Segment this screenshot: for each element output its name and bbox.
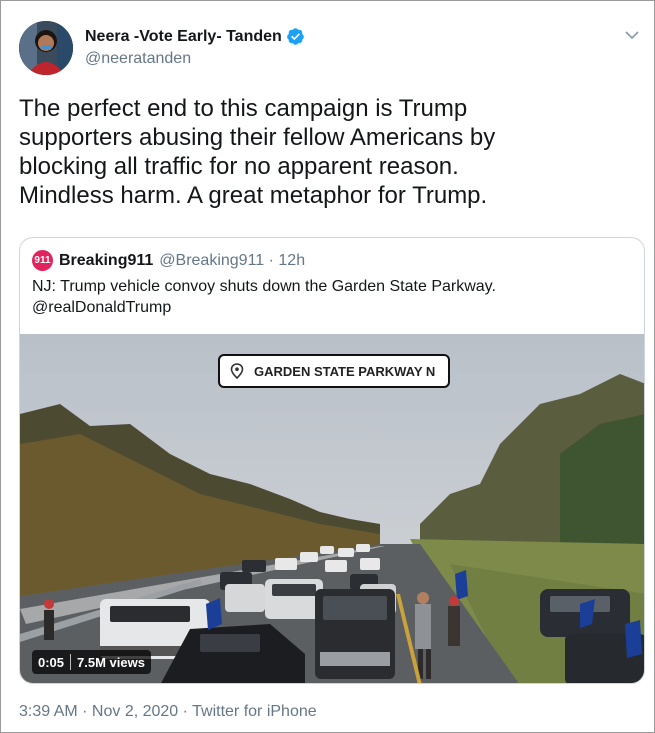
author-avatar[interactable] — [19, 21, 73, 75]
tweet-timestamp[interactable]: 3:39 AM · Nov 2, 2020 · Twitter for iPho… — [19, 703, 317, 721]
quoted-video[interactable]: GARDEN STATE PARKWAY N 0:05 7.5M views — [20, 334, 644, 683]
quoted-tweet-text: NJ: Trump vehicle convoy shuts down the … — [32, 276, 632, 318]
chevron-down-icon[interactable] — [624, 27, 640, 43]
video-info-badge: 0:05 7.5M views — [32, 650, 151, 674]
quoted-tweet[interactable]: 911 Breaking911 @Breaking911 · 12h NJ: T… — [19, 237, 645, 684]
tweet-text-line: Mindless harm. A great metaphor for Trum… — [19, 182, 488, 209]
tweet-text-line: supporters abusing their fellow American… — [19, 124, 496, 151]
quoted-author-avatar[interactable]: 911 — [32, 250, 53, 271]
location-pin-icon — [230, 363, 244, 379]
quoted-author-handle[interactable]: @Breaking911 · 12h — [159, 252, 305, 270]
quoted-mention-link[interactable]: @realDonaldTrump — [32, 297, 632, 318]
location-sticker: GARDEN STATE PARKWAY N — [218, 354, 450, 388]
video-views: 7.5M views — [77, 654, 145, 670]
quoted-author-name[interactable]: Breaking911 — [59, 252, 153, 270]
video-duration: 0:05 — [38, 654, 65, 670]
quoted-text-line: NJ: Trump vehicle convoy shuts down the … — [32, 278, 496, 295]
author-name-row[interactable]: Neera -Vote Early- Tanden — [85, 27, 305, 46]
tweet-text-line: blocking all traffic for no apparent rea… — [19, 153, 459, 180]
tweet-text: The perfect end to this campaign is Trum… — [19, 94, 639, 210]
quoted-tweet-header: 911 Breaking911 @Breaking911 · 12h — [32, 250, 305, 271]
tweet-text-line: The perfect end to this campaign is Trum… — [19, 95, 468, 122]
author-display-name[interactable]: Neera -Vote Early- Tanden — [85, 28, 282, 46]
location-label: GARDEN STATE PARKWAY N — [254, 363, 436, 379]
verified-badge-icon — [286, 28, 304, 45]
video-info-divider — [70, 654, 72, 670]
author-handle[interactable]: @neeratanden — [85, 50, 191, 68]
